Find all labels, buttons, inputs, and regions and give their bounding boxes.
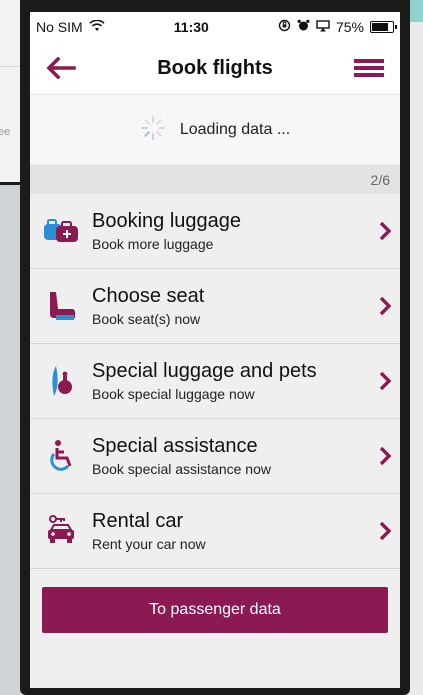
list-item-special-luggage[interactable]: Special luggage and pets Book special lu… — [30, 344, 400, 419]
hamburger-menu-icon — [353, 59, 384, 77]
navigation-bar: Book flights — [30, 42, 400, 95]
cta-container: To passenger data — [30, 569, 400, 633]
background-text-fragment: ee — [0, 126, 11, 138]
battery-percent: 75% — [335, 19, 364, 35]
page-title: Book flights — [157, 56, 273, 79]
status-time: 11:30 — [173, 19, 209, 35]
list-item-title: Special assistance — [92, 435, 258, 457]
list-item-text: Booking luggage Book more luggage — [92, 210, 370, 252]
status-left: No SIM — [36, 19, 105, 35]
wifi-icon — [89, 19, 105, 35]
chevron-right-icon — [370, 220, 400, 242]
list-item-subtitle: Book more luggage — [92, 236, 214, 252]
chevron-right-icon — [370, 520, 400, 542]
loading-text: Loading data ... — [179, 121, 291, 138]
list-item-text: Rental car Rent your car now — [92, 510, 370, 552]
spinner-icon — [140, 115, 166, 146]
chevron-right-icon — [370, 295, 400, 317]
list-item-text: Special luggage and pets Book special lu… — [92, 360, 370, 402]
seat-icon — [30, 289, 92, 323]
list-item-subtitle: Book special luggage now — [92, 386, 255, 402]
alarm-icon — [297, 19, 310, 35]
battery-icon — [369, 21, 397, 33]
list-item-title: Choose seat — [92, 285, 205, 307]
status-right: 75% — [278, 19, 397, 35]
wheelchair-icon — [30, 439, 92, 473]
carrier-label: No SIM — [36, 19, 83, 35]
list-item-subtitle: Book special assistance now — [92, 461, 271, 477]
back-button[interactable] — [44, 51, 78, 85]
to-passenger-data-button[interactable]: To passenger data — [42, 587, 388, 633]
list-item-text: Special assistance Book special assistan… — [92, 435, 370, 477]
luggage-icon — [30, 216, 92, 246]
chevron-right-icon — [370, 445, 400, 467]
list-item-subtitle: Rent your car now — [92, 536, 206, 552]
list-item-title: Rental car — [92, 510, 184, 532]
list-item-rental-car[interactable]: Rental car Rent your car now — [30, 494, 400, 569]
step-indicator: 2/6 — [30, 166, 400, 194]
back-arrow-icon — [46, 57, 76, 79]
service-list: Booking luggage Book more luggage Choose… — [30, 194, 400, 569]
phone-frame: No SIM 11:30 75% Book flights Loading da… — [20, 0, 410, 695]
menu-button[interactable] — [352, 51, 386, 85]
chevron-right-icon — [370, 370, 400, 392]
list-item-special-assistance[interactable]: Special assistance Book special assistan… — [30, 419, 400, 494]
list-item-choose-seat[interactable]: Choose seat Book seat(s) now — [30, 269, 400, 344]
list-item-text: Choose seat Book seat(s) now — [92, 285, 370, 327]
status-bar: No SIM 11:30 75% — [30, 12, 400, 42]
list-item-booking-luggage[interactable]: Booking luggage Book more luggage — [30, 194, 400, 269]
list-item-subtitle: Book seat(s) now — [92, 311, 201, 327]
car-icon — [30, 514, 92, 548]
list-item-title: Special luggage and pets — [92, 360, 317, 382]
loading-banner: Loading data ... — [30, 95, 400, 166]
list-item-title: Booking luggage — [92, 210, 242, 232]
airplay-icon — [316, 19, 330, 35]
app-screen: No SIM 11:30 75% Book flights Loading da… — [30, 12, 400, 688]
orientation-lock-icon — [278, 19, 291, 35]
special-luggage-icon — [30, 364, 92, 398]
